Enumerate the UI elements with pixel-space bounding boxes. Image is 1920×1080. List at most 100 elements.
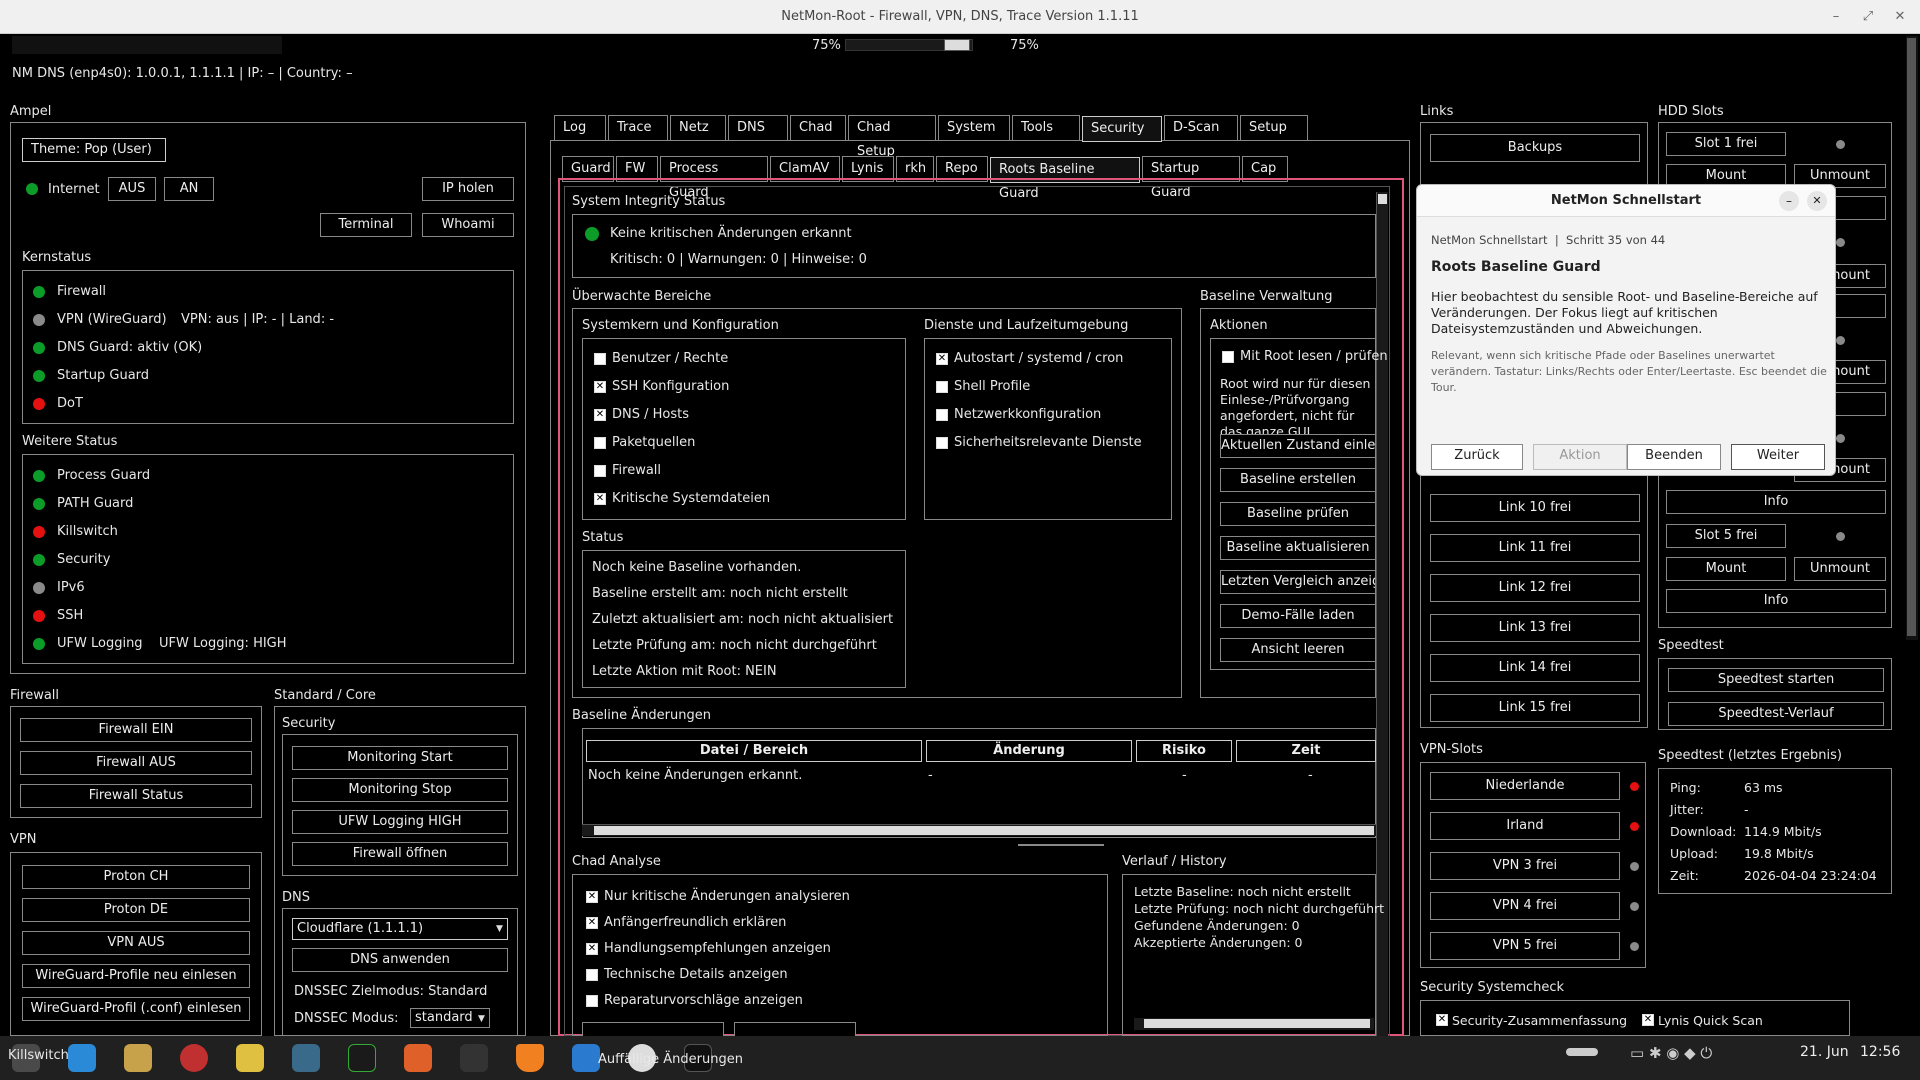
tour-minimize-icon[interactable]: – xyxy=(1779,191,1799,211)
dns-provider-select[interactable]: Cloudflare (1.1.1.1) xyxy=(292,918,508,940)
service-area-checkbox[interactable]: ✕ xyxy=(936,353,948,365)
speedtest-history-button[interactable]: Speedtest-Verlauf xyxy=(1668,702,1884,726)
hdd-mount-button[interactable]: Mount xyxy=(1666,557,1786,581)
hdd-slot5-button[interactable]: Slot 5 frei xyxy=(1666,524,1786,548)
dns-anwenden-button[interactable]: DNS anwenden xyxy=(292,948,508,972)
vpn-aus-button[interactable]: VPN AUS xyxy=(22,931,250,955)
table-header[interactable]: Zeit xyxy=(1236,740,1376,762)
baseline-action-button[interactable]: Demo-Fälle laden xyxy=(1220,604,1376,628)
system-area-checkbox[interactable] xyxy=(594,437,606,449)
proton-ch-button[interactable]: Proton CH xyxy=(22,865,250,889)
vpn-slot-button[interactable]: VPN 5 frei xyxy=(1430,932,1620,960)
tab-log[interactable]: Log xyxy=(554,115,606,141)
calculator-icon[interactable] xyxy=(292,1044,320,1072)
tab-system[interactable]: System xyxy=(938,115,1010,141)
chad-option-checkbox[interactable]: ✕ xyxy=(586,943,598,955)
hdd-slot1-button[interactable]: Slot 1 frei xyxy=(1666,132,1786,156)
monitoring-stop-button[interactable]: Monitoring Stop xyxy=(292,778,508,802)
vpn-slot-button[interactable]: Irland xyxy=(1430,812,1620,840)
tab-tools[interactable]: Tools xyxy=(1012,115,1080,141)
wireguard-import-button[interactable]: WireGuard-Profil (.conf) einlesen xyxy=(22,997,250,1021)
tour-back-button[interactable]: Zurück xyxy=(1431,444,1523,470)
system-monitor-icon[interactable] xyxy=(348,1044,376,1072)
link-button[interactable]: Link 15 frei xyxy=(1430,694,1640,722)
chad-action-button[interactable] xyxy=(582,1022,724,1036)
link-button[interactable]: Link 10 frei xyxy=(1430,494,1640,522)
backups-button[interactable]: Backups xyxy=(1430,134,1640,162)
system-area-checkbox[interactable] xyxy=(594,353,606,365)
zoom-slider[interactable] xyxy=(845,39,973,51)
maximize-icon[interactable]: ⤢ xyxy=(1860,9,1876,25)
tray-icons[interactable]: ▭ ✱ ◉ ◆ ⏻ xyxy=(1630,1044,1712,1062)
system-area-checkbox[interactable]: ✕ xyxy=(594,409,606,421)
link-button[interactable]: Link 11 frei xyxy=(1430,534,1640,562)
chad-option-checkbox[interactable] xyxy=(586,969,598,981)
theme-select[interactable]: Theme: Pop (User) xyxy=(22,138,166,162)
system-area-checkbox[interactable] xyxy=(594,465,606,477)
vpn-slot-button[interactable]: VPN 4 frei xyxy=(1430,892,1620,920)
wireguard-reload-button[interactable]: WireGuard-Profile neu einlesen xyxy=(22,964,250,988)
tab-security[interactable]: Security xyxy=(1082,116,1162,142)
firewall-oeffnen-button[interactable]: Firewall öffnen xyxy=(292,842,508,866)
internet-aus-button[interactable]: AUS xyxy=(108,177,156,201)
hdd-unmount-button[interactable]: Unmount xyxy=(1794,557,1886,581)
terminal-button[interactable]: Terminal xyxy=(320,213,412,237)
chad-option-checkbox[interactable] xyxy=(586,995,598,1007)
vpn-slot-button[interactable]: VPN 3 frei xyxy=(1430,852,1620,880)
firewall-aus-button[interactable]: Firewall AUS xyxy=(20,751,252,775)
tab-trace[interactable]: Trace xyxy=(608,115,668,141)
tour-end-button[interactable]: Beenden xyxy=(1627,444,1721,470)
tab-netz[interactable]: Netz xyxy=(670,115,726,141)
radio-icon[interactable] xyxy=(124,1044,152,1072)
ip-holen-button[interactable]: IP holen xyxy=(422,177,514,201)
history-hscroll[interactable] xyxy=(1134,1018,1374,1030)
terminal-icon[interactable] xyxy=(460,1044,488,1072)
ufw-logging-high-button[interactable]: UFW Logging HIGH xyxy=(292,810,508,834)
baseline-action-button[interactable]: Aktuellen Zustand einlesen xyxy=(1220,434,1376,458)
link-button[interactable]: Link 14 frei xyxy=(1430,654,1640,682)
link-button[interactable]: Link 12 frei xyxy=(1430,574,1640,602)
speedtest-start-button[interactable]: Speedtest starten xyxy=(1668,668,1884,692)
system-area-checkbox[interactable]: ✕ xyxy=(594,381,606,393)
sec-check-checkbox[interactable]: ✕ xyxy=(1436,1014,1448,1026)
root-checkbox[interactable] xyxy=(1222,351,1234,363)
table-header[interactable]: Änderung xyxy=(926,740,1132,762)
shield-app-icon[interactable] xyxy=(180,1044,208,1072)
vpn-slot-button[interactable]: Niederlande xyxy=(1430,772,1620,800)
chad-option-checkbox[interactable]: ✕ xyxy=(586,891,598,903)
baseline-action-button[interactable]: Ansicht leeren xyxy=(1220,638,1376,662)
close-icon[interactable]: ✕ xyxy=(1892,9,1908,25)
tab-chad-setup[interactable]: Chad Setup xyxy=(848,115,936,159)
table-header[interactable]: Risiko xyxy=(1136,740,1232,762)
vscode-icon[interactable] xyxy=(572,1044,600,1072)
changes-hscroll[interactable] xyxy=(582,824,1376,836)
service-area-checkbox[interactable] xyxy=(936,381,948,393)
tour-next-button[interactable]: Weiter xyxy=(1731,444,1825,470)
hdd-info-button[interactable]: Info xyxy=(1666,589,1886,613)
internet-an-button[interactable]: AN xyxy=(164,177,214,201)
proton-de-button[interactable]: Proton DE xyxy=(22,898,250,922)
link-button[interactable]: Link 13 frei xyxy=(1430,614,1640,642)
files-icon[interactable] xyxy=(68,1044,96,1072)
sec-check-checkbox[interactable]: ✕ xyxy=(1642,1014,1654,1026)
tour-action-button[interactable]: Aktion xyxy=(1533,444,1627,470)
baseline-action-button[interactable]: Letzten Vergleich anzeigen xyxy=(1220,570,1376,594)
firewall-status-button[interactable]: Firewall Status xyxy=(20,784,252,808)
baseline-action-button[interactable]: Baseline erstellen xyxy=(1220,468,1376,492)
whoami-button[interactable]: Whoami xyxy=(422,213,514,237)
tab-setup[interactable]: Setup xyxy=(1240,115,1308,141)
notes-icon[interactable] xyxy=(236,1044,264,1072)
tab-d-scan[interactable]: D-Scan xyxy=(1164,115,1238,141)
vlc-icon[interactable] xyxy=(516,1044,544,1072)
browser-icon[interactable] xyxy=(404,1044,432,1072)
chad-option-checkbox[interactable]: ✕ xyxy=(586,917,598,929)
tour-close-icon[interactable]: ✕ xyxy=(1807,191,1827,211)
workspace-indicator[interactable] xyxy=(1566,1048,1598,1056)
firewall-ein-button[interactable]: Firewall EIN xyxy=(20,718,252,742)
hdd-info-button[interactable]: Info xyxy=(1666,490,1886,514)
right-scrollbar[interactable] xyxy=(1906,36,1918,640)
system-area-checkbox[interactable]: ✕ xyxy=(594,493,606,505)
tab-chad[interactable]: Chad xyxy=(790,115,846,141)
service-area-checkbox[interactable] xyxy=(936,437,948,449)
monitoring-start-button[interactable]: Monitoring Start xyxy=(292,746,508,770)
